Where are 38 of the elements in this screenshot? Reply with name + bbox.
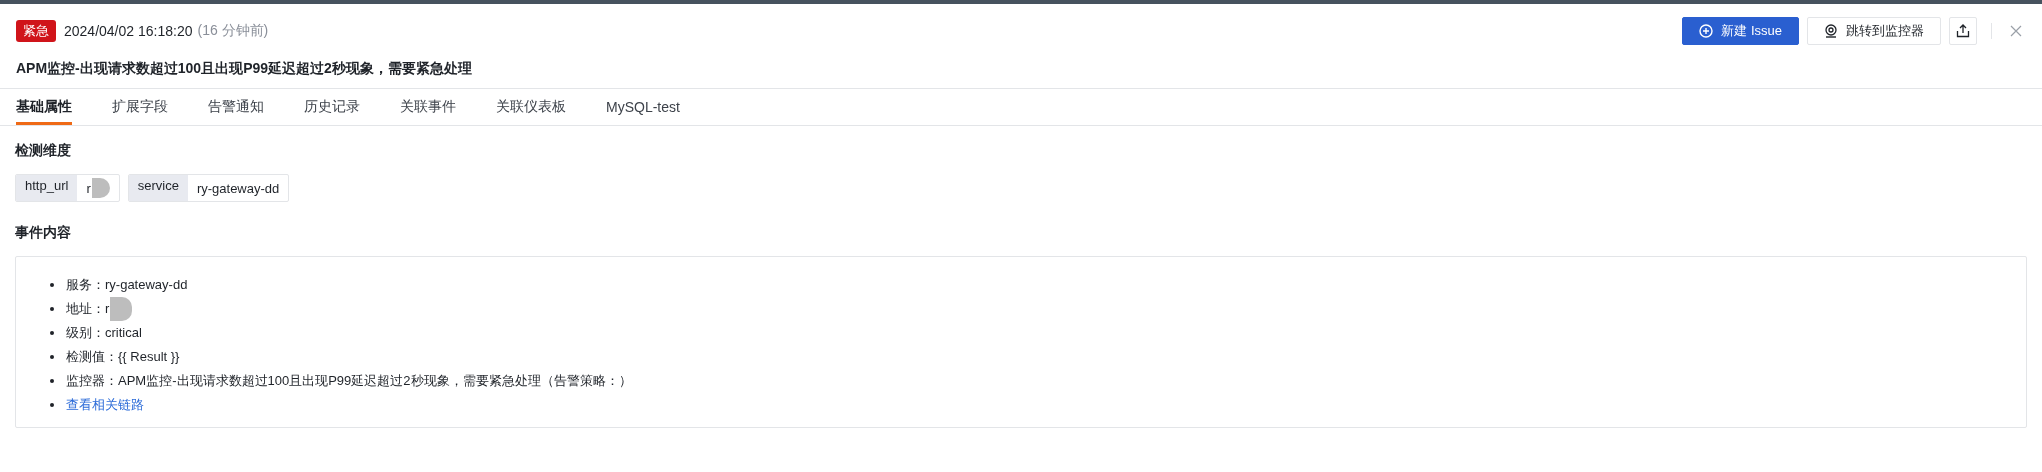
share-button[interactable] — [1949, 17, 1977, 45]
event-timestamp: 2024/04/02 16:18:20 — [64, 23, 193, 39]
bullet-icon — [50, 307, 54, 311]
section-title: 事件内容 — [15, 224, 72, 242]
trace-link[interactable]: 查看相关链路 — [66, 396, 144, 414]
camera-icon — [1824, 24, 1838, 38]
content-line: 级别：critical — [66, 324, 142, 342]
monitor-link-button[interactable]: 跳转到监控器 — [1807, 17, 1941, 45]
event-title: APM监控-出现请求数超过100且出现P99延迟超过2秒现象，需要紧急处理 — [15, 59, 473, 78]
bullet-icon — [50, 379, 54, 383]
section-title: 检测维度 — [15, 142, 72, 160]
plus-circle-icon — [1699, 24, 1714, 38]
tag-value: ry-gateway-dd — [196, 180, 280, 196]
bullet-icon — [50, 355, 54, 359]
close-icon — [2010, 25, 2022, 37]
tag-key: http_url — [16, 175, 78, 201]
tag-key: service — [128, 175, 188, 201]
bullet-icon — [50, 331, 54, 335]
redaction-mark — [91, 178, 110, 198]
content-line: 地址：r — [66, 300, 110, 318]
content-line: 监控器：APM监控-出现请求数超过100且出现P99延迟超过2秒现象，需要紧急处理（告警策略：） — [66, 372, 632, 390]
tab[interactable]: 关联仪表板 — [496, 89, 566, 125]
content-line: 服务：ry-gateway-dd — [66, 276, 188, 294]
bullet-icon — [50, 283, 54, 287]
new-issue-button[interactable]: 新建 Issue — [1682, 17, 1799, 45]
upload-icon — [1956, 24, 1970, 38]
tab[interactable]: 基础属性 — [16, 89, 72, 125]
relative-time: (16 分钟前) — [197, 22, 269, 40]
tag-value: r — [86, 180, 91, 196]
tab[interactable]: 关联事件 — [400, 89, 456, 125]
content-line: 检测值：{{ Result }} — [66, 348, 180, 366]
tab[interactable]: 扩展字段 — [112, 89, 168, 125]
tab[interactable]: MySQL-test — [606, 89, 680, 125]
tab[interactable]: 告警通知 — [208, 89, 264, 125]
bullet-icon — [50, 403, 54, 407]
tab[interactable]: 历史记录 — [304, 89, 360, 125]
redaction-mark — [110, 297, 133, 321]
severity-badge: 紧急 — [16, 20, 56, 42]
